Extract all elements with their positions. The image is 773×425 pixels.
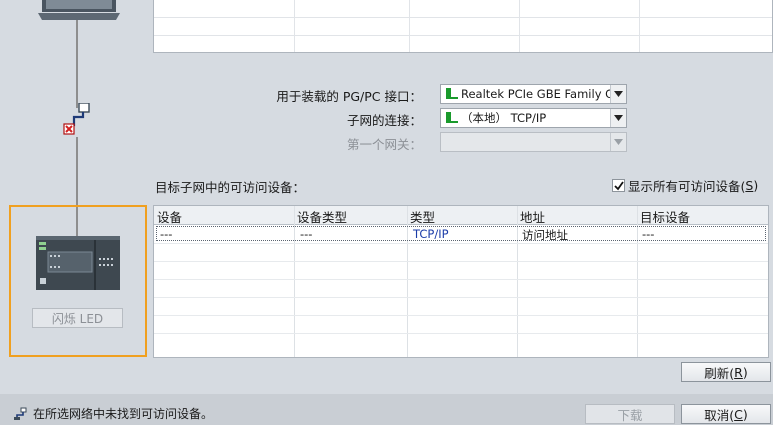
- refresh-label-end: ): [742, 364, 748, 380]
- column-header-device[interactable]: 设备: [157, 207, 182, 226]
- cancel-label-end: ): [742, 406, 748, 422]
- accessible-devices-table: 设备 设备类型 类型 地址 目标设备 --- --- TCP/IP 访问地址 -…: [153, 205, 769, 358]
- column-header-target-device[interactable]: 目标设备: [640, 207, 690, 226]
- table-cell-device-type: ---: [300, 227, 313, 241]
- column-header-type[interactable]: 类型: [410, 207, 435, 226]
- chevron-down-icon[interactable]: [610, 109, 626, 127]
- refresh-button[interactable]: 刷新(R): [681, 362, 771, 382]
- flash-led-label: 闪烁 LED: [51, 311, 104, 326]
- upper-grid: [153, 0, 773, 53]
- status-text: 在所选网络中未找到可访问设备。: [33, 407, 214, 421]
- network-line-upper: [76, 20, 78, 108]
- show-all-devices-label-end: ): [753, 178, 759, 193]
- flash-led-button[interactable]: 闪烁 LED: [32, 308, 123, 328]
- pgpc-interface-select[interactable]: Realtek PCIe GBE Family Con: [440, 84, 627, 104]
- table-cell-type: TCP/IP: [413, 227, 449, 241]
- show-all-devices-checkbox[interactable]: 显示所有可访问设备(S): [612, 176, 758, 195]
- subnet-connection-select[interactable]: （本地） TCP/IP: [440, 108, 627, 128]
- pc-device-icon: [38, 0, 120, 20]
- column-header-address[interactable]: 地址: [520, 207, 545, 226]
- network-line-lower: [76, 137, 78, 212]
- network-status-icon: [14, 407, 27, 420]
- table-row[interactable]: [156, 226, 766, 241]
- column-header-device-type[interactable]: 设备类型: [297, 207, 347, 226]
- plc-device-icon: [36, 236, 120, 290]
- first-gateway-label: 第一个网关：: [346, 137, 422, 152]
- table-cell-device: ---: [160, 227, 173, 241]
- show-all-devices-shortcut: S: [745, 178, 754, 193]
- show-all-devices-label: 显示所有可访问设备(: [628, 179, 746, 194]
- table-cell-address[interactable]: 访问地址: [522, 227, 568, 243]
- cancel-label: 取消(: [704, 407, 735, 423]
- chevron-down-icon[interactable]: [610, 85, 626, 103]
- subnet-connection-value: （本地） TCP/IP: [461, 111, 547, 125]
- subnet-connection-label: 子网的连接：: [346, 113, 422, 128]
- refresh-shortcut: R: [734, 364, 743, 380]
- network-line-plc: [76, 207, 78, 237]
- pgpc-interface-value: Realtek PCIe GBE Family Con: [461, 87, 610, 101]
- nic-icon: [446, 112, 458, 123]
- checkbox-checked-icon[interactable]: [612, 179, 625, 192]
- table-header: 设备 设备类型 类型 地址 目标设备: [154, 206, 768, 225]
- pgpc-interface-label: 用于装载的 PG/PC 接口：: [276, 89, 422, 104]
- refresh-label: 刷新(: [704, 365, 735, 381]
- chevron-down-icon: [610, 133, 626, 151]
- first-gateway-select: [440, 132, 627, 152]
- status-message: 在所选网络中未找到可访问设备。: [12, 405, 213, 422]
- connection-error-icon: [63, 103, 90, 135]
- cancel-button[interactable]: 取消(C): [681, 404, 771, 424]
- download-button: 下载: [585, 404, 675, 424]
- accessible-devices-title: 目标子网中的可访问设备：: [155, 180, 306, 195]
- download-label: 下载: [617, 407, 643, 423]
- cancel-shortcut: C: [734, 406, 743, 422]
- table-cell-target-device: ---: [642, 227, 655, 241]
- nic-icon: [446, 88, 458, 99]
